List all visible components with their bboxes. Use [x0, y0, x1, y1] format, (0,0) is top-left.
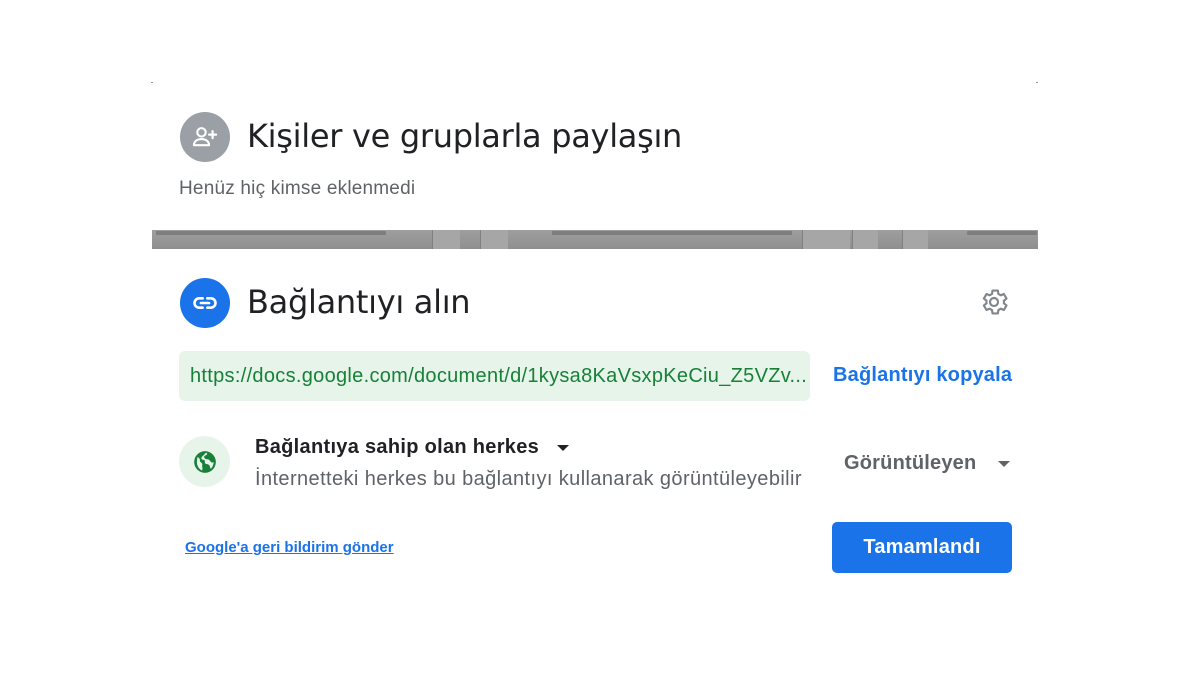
person-add-icon — [180, 112, 230, 162]
general-access-description: İnternetteki herkes bu bağlantıyı kullan… — [255, 468, 802, 490]
people-section-title: Kişiler ve gruplarla paylaşın — [247, 117, 683, 155]
copy-link-button[interactable]: Bağlantıyı kopyala — [833, 364, 1012, 387]
caret-down-icon — [998, 460, 1011, 467]
gear-icon[interactable] — [978, 286, 1010, 318]
no-people-text: Henüz hiç kimse eklenmedi — [179, 178, 416, 199]
caret-down-icon — [557, 444, 570, 451]
send-feedback-link[interactable]: Google'a geri bildirim gönder — [185, 539, 394, 556]
done-button[interactable]: Tamamlandı — [832, 522, 1012, 573]
link-url-field[interactable]: https://docs.google.com/document/d/1kysa… — [179, 351, 810, 401]
role-label: Görüntüleyen — [844, 452, 977, 474]
globe-icon — [179, 436, 230, 487]
dialog-corner-mark — [151, 82, 153, 83]
link-section-title: Bağlantıyı alın — [247, 283, 471, 321]
general-access-dropdown[interactable]: Bağlantıya sahip olan herkes — [255, 436, 570, 459]
background-document-strip — [152, 230, 1038, 249]
role-dropdown[interactable]: Görüntüleyen — [844, 452, 1011, 475]
dialog-corner-mark — [1036, 82, 1038, 83]
share-dialog-screenshot: Kişiler ve gruplarla paylaşın Henüz hiç … — [0, 0, 1200, 675]
link-icon — [180, 278, 230, 328]
general-access-label: Bağlantıya sahip olan herkes — [255, 436, 540, 458]
link-url-text: https://docs.google.com/document/d/1kysa… — [190, 364, 808, 387]
share-with-people-section: Kişiler ve gruplarla paylaşın Henüz hiç … — [152, 84, 1038, 230]
get-link-section: Bağlantıyı alın https://docs.google.com/… — [152, 249, 1038, 609]
